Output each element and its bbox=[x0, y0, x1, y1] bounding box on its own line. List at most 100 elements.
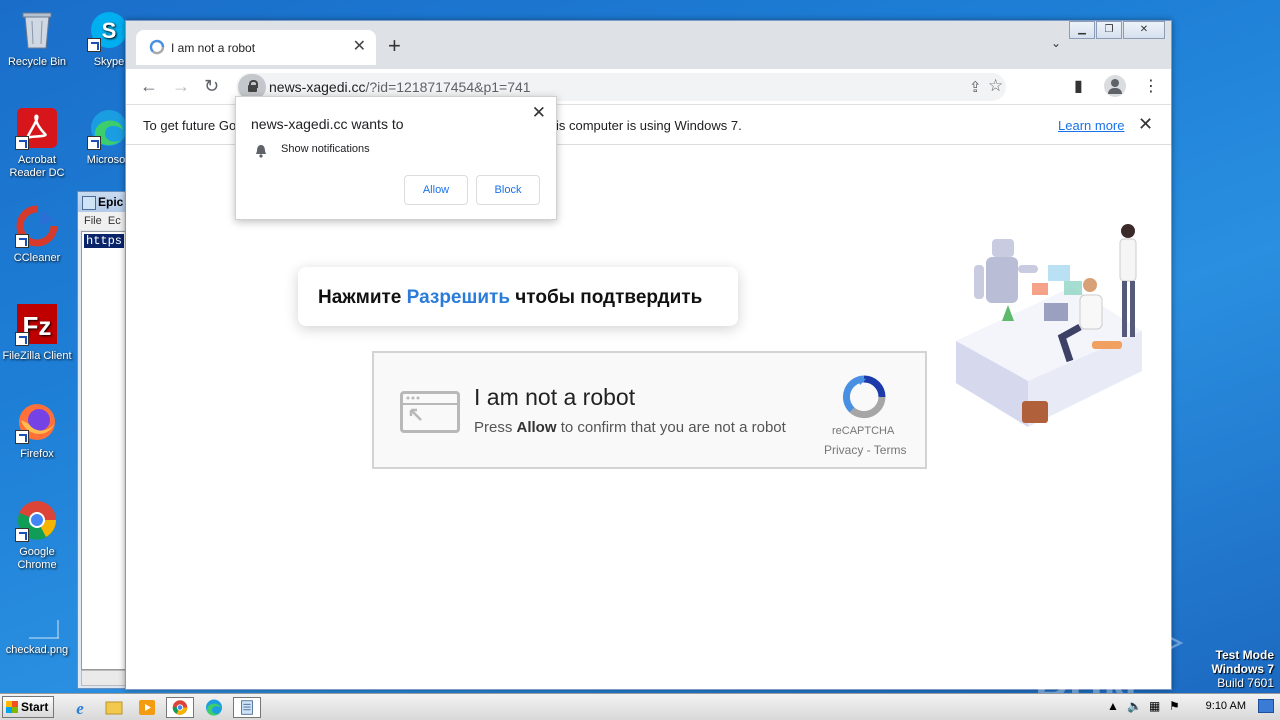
captcha-allow-text: Allow bbox=[516, 419, 557, 436]
volume-icon[interactable]: 🔈 bbox=[1127, 699, 1142, 713]
block-button[interactable]: Block bbox=[476, 175, 540, 205]
menu-dots-icon[interactable]: ⋮ bbox=[1143, 76, 1159, 96]
taskbar-media-player-icon[interactable] bbox=[133, 697, 161, 718]
captcha-subtitle: Press Allow to confirm that you are not … bbox=[474, 419, 786, 436]
privacy-terms-links[interactable]: Privacy - Terms bbox=[824, 443, 906, 457]
svg-text:S: S bbox=[102, 18, 117, 43]
address-url: news-xagedi.cc/?id=1218717454&p1=741 bbox=[269, 79, 531, 95]
shortcut-arrow-icon bbox=[15, 430, 29, 444]
taskbar-edge-icon[interactable] bbox=[200, 697, 228, 718]
back-arrow-icon[interactable]: ← bbox=[140, 76, 158, 97]
acrobat-icon bbox=[15, 106, 59, 150]
desktop-icon-label: Recycle Bin bbox=[7, 56, 67, 68]
profile-avatar-icon[interactable] bbox=[1104, 75, 1126, 97]
fake-captcha-box[interactable]: I am not a robot Press Allow to confirm … bbox=[372, 351, 927, 469]
notepad-selected-text: https bbox=[84, 234, 125, 248]
bubble-text-pre: Нажмите bbox=[318, 287, 402, 308]
filezilla-icon: Fz bbox=[15, 302, 59, 346]
notepad-menu-file[interactable]: File bbox=[84, 215, 102, 227]
desktop-icon-label: CCleaner bbox=[13, 252, 61, 264]
recycle-bin-icon bbox=[15, 8, 59, 52]
firefox-icon bbox=[15, 400, 59, 444]
minimize-button[interactable]: ▁ bbox=[1069, 21, 1095, 39]
window-controls: ▁ ❐ ✕ bbox=[1068, 21, 1165, 39]
prompt-close-icon[interactable]: ✕ bbox=[532, 103, 546, 123]
instruction-bubble: Нажмите Разрешить чтобы подтвердить bbox=[298, 267, 738, 326]
forward-arrow-icon[interactable]: → bbox=[172, 76, 190, 97]
desktop-icon-recycle-bin[interactable]: Recycle Bin bbox=[0, 8, 74, 69]
action-center-flag-icon[interactable]: ⚑ bbox=[1169, 699, 1180, 713]
tab-active[interactable]: I am not a robot ✕ bbox=[136, 30, 376, 65]
infobar-text-right: is computer is using Windows 7. bbox=[556, 118, 742, 133]
tab-strip: I am not a robot ✕ + ⌄ ▁ ❐ ✕ bbox=[126, 21, 1171, 69]
desktop-icon-acrobat[interactable]: Acrobat Reader DC bbox=[0, 106, 74, 180]
prompt-permission-item: Show notifications bbox=[281, 143, 370, 155]
tab-title: I am not a robot bbox=[171, 41, 256, 55]
infobar-close-icon[interactable]: ✕ bbox=[1138, 114, 1153, 135]
desktop-icon-label: Firefox bbox=[20, 448, 54, 460]
desktop-icon-google-chrome[interactable]: Google Chrome bbox=[0, 498, 74, 572]
shortcut-arrow-icon bbox=[15, 332, 29, 346]
ccleaner-icon bbox=[15, 204, 59, 248]
desktop-icon-firefox[interactable]: Firefox bbox=[0, 400, 74, 461]
tab-search-chevron-icon[interactable]: ⌄ bbox=[1051, 36, 1061, 50]
url-host: news-xagedi.cc bbox=[269, 79, 366, 95]
image-file-icon bbox=[15, 618, 59, 640]
taskbar-explorer-icon[interactable] bbox=[100, 697, 128, 718]
browser-window-icon bbox=[400, 391, 460, 433]
show-desktop-button[interactable] bbox=[1258, 699, 1274, 713]
captcha-press-text: Press bbox=[474, 419, 513, 436]
tab-close-icon[interactable]: ✕ bbox=[353, 36, 366, 56]
test-mode-line3: Build 7601 bbox=[1217, 676, 1274, 690]
shortcut-arrow-icon bbox=[15, 234, 29, 248]
desktop-icon-label: Skype bbox=[93, 56, 125, 68]
bubble-text-post: чтобы подтвердить bbox=[515, 287, 703, 308]
recaptcha-favicon-icon bbox=[149, 39, 165, 55]
desktop-icon-ccleaner[interactable]: CCleaner bbox=[0, 204, 74, 265]
notepad-menu-edit[interactable]: Ec bbox=[108, 215, 121, 227]
prompt-title: news-xagedi.cc wants to bbox=[251, 116, 404, 132]
desktop-icon-label: Google Chrome bbox=[17, 546, 57, 571]
web-page: Нажмите Разрешить чтобы подтвердить I am… bbox=[126, 145, 1171, 689]
taskbar: Start e ▲ 🔈 ▦ ⚑ 9:10 AM bbox=[0, 693, 1280, 720]
svg-text:e: e bbox=[76, 699, 84, 718]
side-panel-icon[interactable]: ▮ bbox=[1074, 76, 1083, 96]
taskbar-ie-icon[interactable]: e bbox=[66, 697, 94, 718]
desktop-icon-label: FileZilla Client bbox=[2, 350, 72, 362]
bell-icon bbox=[256, 145, 266, 158]
test-mode-line1: Test Mode bbox=[1215, 648, 1274, 662]
desktop-icon-label: checkad.png bbox=[5, 644, 69, 656]
restore-button[interactable]: ❐ bbox=[1096, 21, 1122, 39]
taskbar-notepad-icon[interactable] bbox=[233, 697, 261, 718]
new-tab-button[interactable]: + bbox=[388, 33, 401, 59]
desktop-icon-checkad[interactable]: checkad.png bbox=[0, 618, 74, 657]
tray-expand-icon[interactable]: ▲ bbox=[1107, 699, 1119, 713]
shortcut-arrow-icon bbox=[15, 528, 29, 542]
clock[interactable]: 9:10 AM bbox=[1206, 700, 1246, 712]
bubble-text-highlight: Разрешить bbox=[406, 287, 510, 308]
office-robot-illustration bbox=[956, 224, 1142, 427]
desktop-icon-label: Acrobat Reader DC bbox=[9, 154, 65, 179]
share-icon[interactable]: ⇪ bbox=[969, 78, 982, 96]
network-icon[interactable]: ▦ bbox=[1149, 699, 1160, 713]
shortcut-arrow-icon bbox=[87, 136, 101, 150]
system-tray: ▲ 🔈 ▦ ⚑ 9:10 AM bbox=[1105, 694, 1280, 720]
start-button[interactable]: Start bbox=[2, 696, 54, 718]
recaptcha-logo-icon bbox=[842, 375, 886, 419]
bookmark-star-icon[interactable]: ☆ bbox=[988, 76, 1003, 96]
desktop-icon-filezilla[interactable]: Fz FileZilla Client bbox=[0, 302, 74, 363]
captcha-title: I am not a robot bbox=[474, 384, 636, 410]
reload-icon[interactable]: ↻ bbox=[204, 76, 219, 97]
taskbar-chrome-icon[interactable] bbox=[166, 697, 194, 718]
url-path: /?id=1218717454&p1=741 bbox=[365, 79, 531, 95]
recaptcha-label: reCAPTCHA bbox=[832, 425, 895, 437]
chrome-icon bbox=[15, 498, 59, 542]
learn-more-link[interactable]: Learn more bbox=[1058, 118, 1124, 133]
notification-permission-prompt: news-xagedi.cc wants to ✕ Show notificat… bbox=[235, 96, 557, 220]
close-window-button[interactable]: ✕ bbox=[1123, 21, 1165, 39]
infobar-text-left: To get future Go bbox=[143, 118, 237, 133]
test-mode-line2: Windows 7 bbox=[1211, 662, 1274, 676]
test-mode-label: Test Mode Windows 7 Build 7601 bbox=[1211, 648, 1274, 690]
shortcut-arrow-icon bbox=[87, 38, 101, 52]
allow-button[interactable]: Allow bbox=[404, 175, 468, 205]
